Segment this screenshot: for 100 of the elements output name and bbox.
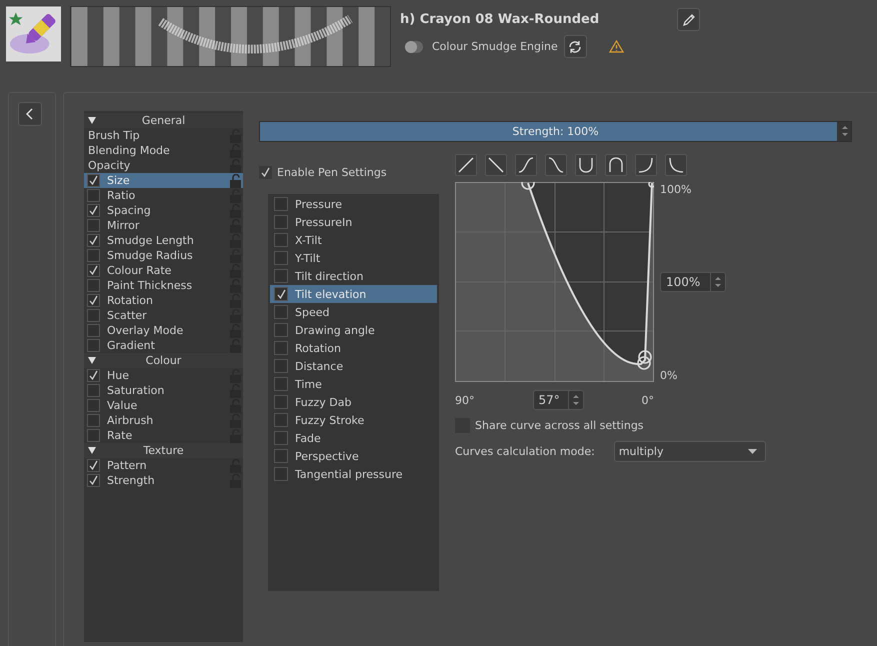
checkbox[interactable] — [87, 414, 100, 427]
checkbox[interactable] — [87, 324, 100, 337]
curve-preset-button[interactable] — [665, 154, 687, 176]
sensor-item[interactable]: Fuzzy Stroke — [270, 411, 437, 429]
checkbox[interactable] — [274, 395, 288, 409]
option-item[interactable]: Smudge Length — [84, 233, 243, 248]
option-item[interactable]: Brush Tip — [84, 128, 243, 143]
sensor-item[interactable]: PressureIn — [270, 213, 437, 231]
option-item[interactable]: Value — [84, 398, 243, 413]
option-item[interactable]: Gradient — [84, 338, 243, 353]
category-header[interactable]: Texture — [84, 443, 243, 458]
option-item[interactable]: Rate — [84, 428, 243, 443]
checkbox[interactable] — [274, 197, 288, 211]
lock-icon[interactable] — [230, 174, 241, 188]
checkbox[interactable] — [87, 459, 100, 472]
value-spinbox[interactable]: 100% — [660, 272, 726, 292]
checkbox[interactable] — [274, 215, 288, 229]
share-curve-checkbox[interactable]: Share curve across all settings — [455, 418, 766, 433]
category-header[interactable]: Colour — [84, 353, 243, 368]
option-item[interactable]: Colour Rate — [84, 263, 243, 278]
checkbox[interactable] — [87, 234, 100, 247]
category-header[interactable]: General — [84, 113, 243, 128]
checkbox[interactable] — [274, 359, 288, 373]
sensor-item[interactable]: Y-Tilt — [270, 249, 437, 267]
sensor-item[interactable]: Tangential pressure — [270, 465, 437, 483]
checkbox[interactable] — [87, 309, 100, 322]
reload-button[interactable] — [564, 35, 587, 58]
option-item[interactable]: Smudge Radius — [84, 248, 243, 263]
option-item[interactable]: Pattern — [84, 458, 243, 473]
sensor-item[interactable]: Perspective — [270, 447, 437, 465]
checkbox[interactable] — [87, 264, 100, 277]
curve-preset-button[interactable] — [515, 154, 537, 176]
checkbox[interactable] — [274, 467, 288, 481]
option-item[interactable]: Paint Thickness — [84, 278, 243, 293]
checkbox[interactable] — [87, 294, 100, 307]
option-item[interactable]: Spacing — [84, 203, 243, 218]
option-item[interactable]: Airbrush — [84, 413, 243, 428]
option-item[interactable]: Rotation — [84, 293, 243, 308]
sensor-item[interactable]: Tilt direction — [270, 267, 437, 285]
sensor-item[interactable]: Drawing angle — [270, 321, 437, 339]
checkbox[interactable] — [87, 249, 100, 262]
curve-preset-button[interactable] — [635, 154, 657, 176]
option-item[interactable]: Ratio — [84, 188, 243, 203]
checkbox[interactable] — [274, 251, 288, 265]
checkbox[interactable] — [274, 341, 288, 355]
strength-slider[interactable]: Strength: 100% — [259, 121, 852, 142]
sensor-item[interactable]: Time — [270, 375, 437, 393]
checkbox[interactable] — [87, 339, 100, 352]
checkbox[interactable] — [87, 399, 100, 412]
checkbox[interactable] — [87, 204, 100, 217]
spin-arrows-icon[interactable] — [714, 275, 722, 289]
spin-arrows-icon[interactable] — [841, 124, 849, 138]
sensor-item[interactable]: Tilt elevation — [270, 285, 437, 303]
sensor-item[interactable]: Distance — [270, 357, 437, 375]
checkbox[interactable] — [87, 189, 100, 202]
option-item[interactable]: Saturation — [84, 383, 243, 398]
enable-pen-checkbox[interactable]: Enable Pen Settings — [259, 166, 455, 179]
option-item[interactable]: Size — [84, 173, 243, 188]
collapse-button[interactable] — [18, 102, 42, 126]
sensor-item[interactable]: Fuzzy Dab — [270, 393, 437, 411]
curve-preset-button[interactable] — [545, 154, 567, 176]
curve-preset-button[interactable] — [455, 154, 477, 176]
edit-button[interactable] — [677, 8, 700, 31]
checkbox[interactable] — [274, 233, 288, 247]
curve-preset-button[interactable] — [605, 154, 627, 176]
curve-preset-button[interactable] — [575, 154, 597, 176]
option-item[interactable]: Scatter — [84, 308, 243, 323]
checkbox[interactable] — [274, 449, 288, 463]
option-item[interactable]: Strength — [84, 473, 243, 488]
mode-dropdown[interactable]: multiply — [614, 441, 766, 462]
checkbox[interactable] — [274, 305, 288, 319]
checkbox[interactable] — [87, 384, 100, 397]
checkbox[interactable] — [87, 279, 100, 292]
lock-icon[interactable] — [230, 188, 241, 202]
checkbox[interactable] — [87, 219, 100, 232]
sensor-item[interactable]: Pressure — [270, 195, 437, 213]
option-item[interactable]: Overlay Mode — [84, 323, 243, 338]
sensor-item[interactable]: Speed — [270, 303, 437, 321]
checkbox[interactable] — [87, 174, 100, 187]
checkbox[interactable] — [274, 269, 288, 283]
toggle-switch[interactable] — [405, 40, 423, 52]
option-item[interactable]: Mirror — [84, 218, 243, 233]
checkbox[interactable] — [274, 431, 288, 445]
value-spinbox[interactable]: 57° — [532, 390, 584, 410]
option-item[interactable]: Blending Mode — [84, 143, 243, 158]
checkbox[interactable] — [274, 413, 288, 427]
checkbox[interactable] — [274, 377, 288, 391]
checkbox[interactable] — [274, 323, 288, 337]
curve-editor[interactable] — [455, 182, 654, 382]
option-item[interactable]: Opacity — [84, 158, 243, 173]
spin-arrows-icon[interactable] — [572, 393, 580, 407]
sensor-item[interactable]: Fade — [270, 429, 437, 447]
option-item[interactable]: Hue — [84, 368, 243, 383]
lock-icon[interactable] — [230, 158, 241, 172]
sensor-item[interactable]: X-Tilt — [270, 231, 437, 249]
checkbox[interactable] — [87, 369, 100, 382]
sensor-item[interactable]: Rotation — [270, 339, 437, 357]
curve-preset-button[interactable] — [485, 154, 507, 176]
checkbox[interactable] — [87, 474, 100, 487]
checkbox[interactable] — [87, 429, 100, 442]
